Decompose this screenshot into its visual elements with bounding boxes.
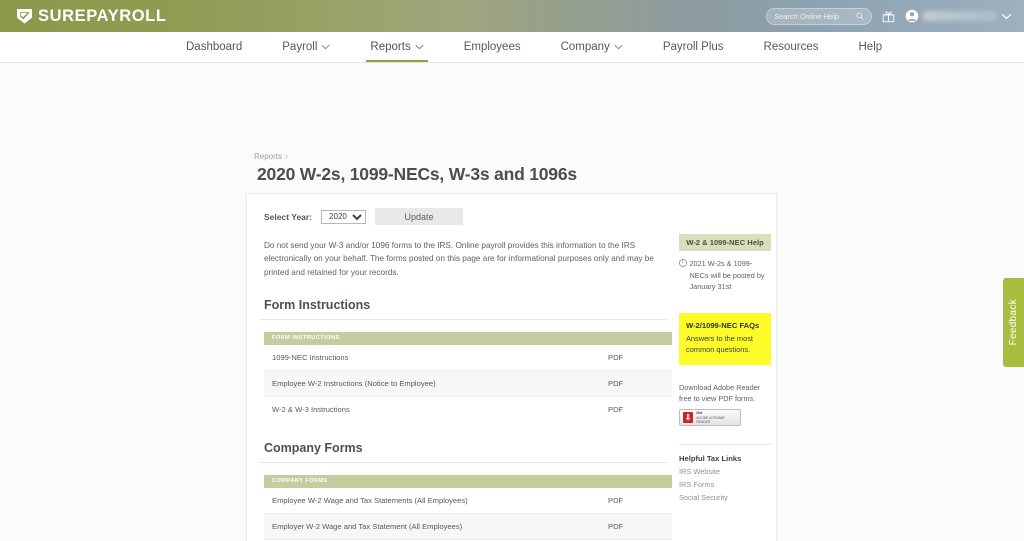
company-forms-table: COMPANY FORMS Employee W-2 Wage and Tax … bbox=[264, 474, 672, 541]
form-instructions-table: FORM INSTRUCTIONS 1099-NEC Instructions … bbox=[264, 331, 672, 422]
sidebar-help-note: i 2021 W-2s & 1099-NECs will be posted b… bbox=[679, 258, 771, 293]
breadcrumb-separator: › bbox=[285, 152, 288, 161]
adobe-reader-download-button[interactable]: ⇩ Get ADOBE ACROBAT READER bbox=[679, 409, 741, 427]
year-filter-row: Select Year: 2020 Update bbox=[259, 208, 677, 225]
nav-label: Dashboard bbox=[186, 41, 243, 53]
nav-item-company[interactable]: Company bbox=[561, 32, 623, 62]
info-circle-icon: i bbox=[679, 259, 687, 267]
breadcrumb: Reports › bbox=[254, 152, 288, 161]
adobe-badge-line1: Get bbox=[696, 411, 703, 416]
nav-item-help[interactable]: Help bbox=[859, 32, 883, 62]
search-placeholder-text: Search Online Help bbox=[774, 11, 840, 21]
header-right-tools: Search Online Help bbox=[766, 7, 1012, 25]
row-pdf-link[interactable]: PDF bbox=[600, 487, 672, 514]
nav-label: Company bbox=[560, 41, 610, 53]
column-header-company-forms: COMPANY FORMS bbox=[264, 474, 672, 488]
update-button[interactable]: Update bbox=[375, 208, 464, 225]
search-icon bbox=[856, 7, 864, 25]
account-menu[interactable] bbox=[905, 7, 1012, 25]
table-row[interactable]: 1099-NEC Instructions PDF bbox=[264, 344, 672, 371]
row-name: W-2 & W-3 Instructions bbox=[272, 404, 350, 414]
table-head: COMPANY FORMS bbox=[264, 474, 672, 488]
feedback-tab-label: Feedback bbox=[1008, 299, 1019, 346]
disclaimer-text: Do not send your W-3 and/or 1096 forms t… bbox=[264, 241, 654, 277]
nav-label: Reports bbox=[370, 41, 411, 53]
chevron-down-icon bbox=[614, 43, 623, 52]
select-year-label: Select Year: bbox=[264, 211, 313, 222]
table-body: 1099-NEC Instructions PDF Employee W-2 I… bbox=[264, 344, 672, 422]
column-header-form-instructions: FORM INSTRUCTIONS bbox=[264, 331, 672, 345]
helpful-tax-links: Helpful Tax Links IRS Website IRS Forms … bbox=[679, 444, 771, 502]
row-pdf-link[interactable]: PDF bbox=[600, 513, 672, 540]
chevron-down-icon bbox=[415, 43, 424, 52]
chevron-down-icon bbox=[321, 43, 331, 52]
table-head: FORM INSTRUCTIONS bbox=[264, 331, 672, 345]
nav-item-payroll[interactable]: Payroll bbox=[282, 32, 331, 62]
nav-label: Payroll Plus bbox=[662, 41, 724, 53]
nav-item-resources[interactable]: Resources bbox=[764, 32, 819, 62]
account-avatar-icon[interactable] bbox=[905, 9, 919, 23]
table-row[interactable]: Employee W-2 Wage and Tax Statements (Al… bbox=[264, 487, 672, 514]
adobe-reader-note: Download Adobe Reader free to view PDF f… bbox=[679, 382, 761, 404]
top-header-bar: SUREPAYROLL Search Online Help bbox=[0, 0, 1024, 32]
sidebar-help-header: W-2 & 1099-NEC Help bbox=[679, 234, 771, 251]
sidebar-help-note-text: 2021 W-2s & 1099-NECs will be posted by … bbox=[689, 259, 765, 292]
page-title: 2020 W-2s, 1099-NECs, W-3s and 1096s bbox=[257, 164, 577, 184]
nav-label: Employees bbox=[463, 41, 521, 53]
content-card: Select Year: 2020 Update Do not send you… bbox=[246, 193, 777, 541]
card-sidebar: W-2 & 1099-NEC Help i 2021 W-2s & 1099-N… bbox=[679, 234, 771, 502]
nav-item-dashboard[interactable]: Dashboard bbox=[186, 32, 242, 62]
table-header-row: COMPANY FORMS bbox=[264, 474, 672, 488]
row-name: Employee W-2 Instructions (Notice to Emp… bbox=[264, 370, 600, 397]
section-heading-form-instructions: Form Instructions bbox=[259, 298, 667, 320]
breadcrumb-root[interactable]: Reports bbox=[254, 152, 282, 161]
nav-label: Payroll bbox=[282, 41, 318, 53]
nav-label: Help bbox=[858, 41, 883, 53]
row-name: Employee W-2 Wage and Tax Statements (Al… bbox=[264, 487, 600, 514]
faq-callout[interactable]: W-2/1099-NEC FAQs Answers to the most co… bbox=[679, 312, 771, 365]
chevron-down-icon[interactable] bbox=[1001, 7, 1012, 25]
brand-logo[interactable]: SUREPAYROLL bbox=[17, 7, 167, 26]
card-main-column: Select Year: 2020 Update Do not send you… bbox=[259, 194, 677, 541]
nav-item-payroll-plus[interactable]: Payroll Plus bbox=[663, 32, 724, 62]
brand-logo-text: SUREPAYROLL bbox=[38, 6, 167, 25]
row-name: Employer W-2 Wage and Tax Statement (All… bbox=[264, 513, 600, 540]
checkmark-shield-icon bbox=[17, 8, 32, 24]
nav-label: Resources bbox=[763, 41, 819, 53]
table-row[interactable]: W-2 & W-3 Instructions PDF bbox=[264, 396, 672, 422]
gift-icon[interactable] bbox=[882, 10, 895, 23]
app-page: SUREPAYROLL Search Online Help Dashboard… bbox=[0, 0, 1024, 541]
faq-title: W-2/1099-NEC FAQs bbox=[686, 320, 760, 330]
link-irs-forms[interactable]: IRS Forms bbox=[679, 480, 771, 489]
table-row[interactable]: Employer W-2 Wage and Tax Statement (All… bbox=[264, 513, 672, 540]
search-input[interactable]: Search Online Help bbox=[766, 7, 872, 25]
adobe-badge-line2: ADOBE ACROBAT READER bbox=[696, 415, 725, 425]
row-pdf-link[interactable]: PDF bbox=[600, 396, 672, 422]
row-name: 1099-NEC Instructions bbox=[264, 344, 600, 371]
helpful-tax-links-title: Helpful Tax Links bbox=[679, 454, 742, 464]
year-select[interactable]: 2020 bbox=[321, 209, 367, 224]
feedback-tab[interactable]: Feedback bbox=[1003, 278, 1024, 367]
adobe-acrobat-icon: ⇩ bbox=[683, 412, 694, 424]
link-irs-website[interactable]: IRS Website bbox=[679, 467, 771, 476]
adobe-badge-text: Get ADOBE ACROBAT READER bbox=[696, 411, 737, 424]
row-pdf-link[interactable]: PDF bbox=[600, 344, 672, 371]
section-heading-company-forms: Company Forms bbox=[259, 441, 667, 463]
link-social-security[interactable]: Social Security bbox=[679, 493, 771, 502]
table-header-row: FORM INSTRUCTIONS bbox=[264, 331, 672, 345]
main-navigation: Dashboard Payroll Reports Employees Comp… bbox=[0, 32, 1024, 63]
page-body: Reports › 2020 W-2s, 1099-NECs, W-3s and … bbox=[0, 63, 1024, 541]
nav-item-employees[interactable]: Employees bbox=[464, 32, 521, 62]
table-row[interactable]: Employee W-2 Instructions (Notice to Emp… bbox=[264, 370, 672, 397]
nav-item-reports[interactable]: Reports bbox=[366, 32, 429, 62]
row-pdf-link[interactable]: PDF bbox=[600, 370, 672, 397]
table-body: Employee W-2 Wage and Tax Statements (Al… bbox=[264, 487, 672, 541]
faq-subtitle: Answers to the most common questions. bbox=[686, 333, 753, 354]
account-name-redacted bbox=[923, 11, 997, 21]
